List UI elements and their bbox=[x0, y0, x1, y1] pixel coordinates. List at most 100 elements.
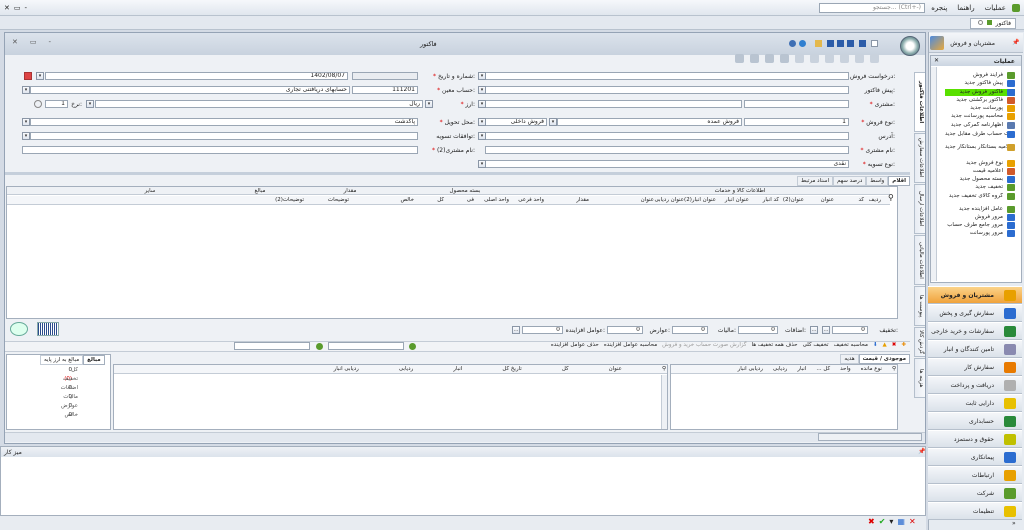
add-factors-dd[interactable]: … bbox=[512, 326, 520, 334]
vtab-invoice-info[interactable]: اطلاعات فاکتور bbox=[914, 72, 925, 132]
tab-stock-price[interactable]: موجودی / قیمت bbox=[858, 354, 910, 364]
discount-dd[interactable]: … bbox=[822, 326, 830, 334]
rate-refresh-icon[interactable] bbox=[34, 100, 42, 108]
search-icon[interactable]: ⚲ bbox=[892, 366, 896, 372]
settlement-dropdown[interactable]: ▾ bbox=[22, 132, 30, 140]
menu-window[interactable]: پنجره bbox=[931, 4, 947, 12]
grid-header-2[interactable]: عنوان bbox=[800, 197, 834, 203]
save-close-icon[interactable] bbox=[837, 40, 844, 47]
calc-add-factors-button[interactable]: محاسبه عوامل افزاینده bbox=[604, 342, 657, 348]
tab-intermediary[interactable]: واسط bbox=[866, 176, 889, 186]
tab-items[interactable]: اقلام bbox=[888, 176, 910, 186]
tab-amounts[interactable]: مبالغ bbox=[83, 355, 105, 365]
sale-domestic-field[interactable]: فروش داخلی bbox=[485, 118, 547, 126]
grid-header-11[interactable]: واحد اصلی bbox=[475, 197, 509, 203]
add-row-icon[interactable]: ✚ bbox=[901, 342, 906, 348]
ops-item[interactable]: اعلامیه قیمت bbox=[945, 168, 1015, 175]
close-icon[interactable]: ✕ bbox=[4, 4, 14, 12]
action-field-1[interactable] bbox=[234, 342, 310, 350]
grid-header-9[interactable]: مقدار bbox=[555, 197, 589, 203]
grid-header-5[interactable]: عنوان انبار bbox=[715, 197, 749, 203]
list-icon[interactable] bbox=[735, 54, 744, 63]
customer-dropdown[interactable]: ▾ bbox=[478, 100, 486, 108]
sidebar-pin-icon[interactable]: 📌 bbox=[1012, 39, 1019, 46]
zoom-icon[interactable] bbox=[10, 322, 28, 336]
minimize-window-icon[interactable]: ‐ bbox=[49, 38, 64, 46]
last-icon[interactable] bbox=[840, 54, 849, 63]
close-worktable-icon[interactable]: ✕ bbox=[909, 517, 916, 526]
barcode-icon[interactable] bbox=[37, 322, 59, 336]
nav-item[interactable]: مشتریان و فروش bbox=[928, 286, 1022, 304]
restore-icon[interactable]: ▭ bbox=[14, 4, 25, 12]
splitter[interactable] bbox=[5, 172, 910, 175]
nav-item[interactable]: تنظیمات bbox=[928, 502, 1022, 520]
ops-item[interactable]: محاسبه پورسانت جدید bbox=[945, 113, 1015, 120]
account-name-field[interactable]: حسابهای دریافتنی تجاری bbox=[30, 86, 350, 94]
tab-invoice[interactable]: فاکتور bbox=[970, 18, 1016, 29]
vtab-attachments[interactable]: پیوست ها bbox=[914, 286, 925, 326]
restore-window-icon[interactable]: ▭ bbox=[30, 38, 49, 46]
nav-item[interactable]: سفارشات و خرید خارجی bbox=[928, 322, 1022, 340]
pin-icon[interactable]: 📌 bbox=[918, 448, 925, 455]
grid-header-13[interactable]: کل bbox=[410, 197, 444, 203]
currency-name-dropdown[interactable]: ▾ bbox=[86, 100, 94, 108]
refresh-icon[interactable] bbox=[316, 343, 323, 350]
settings-icon[interactable] bbox=[789, 40, 796, 47]
ops-item[interactable]: تخفیف جدید bbox=[945, 184, 1015, 191]
sidebar-expand-icon[interactable]: » bbox=[1012, 520, 1016, 527]
account-dropdown[interactable]: ▾ bbox=[22, 86, 30, 94]
invoice-pre-dropdown[interactable]: ▾ bbox=[478, 86, 486, 94]
customer-name-field[interactable] bbox=[485, 100, 742, 108]
invoice-pre-field[interactable] bbox=[485, 86, 849, 94]
ops-item[interactable]: مرور پورسانت bbox=[945, 230, 1015, 237]
ops-item[interactable]: مرور جامع طرف حساب bbox=[945, 222, 1015, 229]
currency-field[interactable]: ریال bbox=[95, 100, 423, 108]
request-field[interactable] bbox=[485, 72, 849, 80]
grid-header-14[interactable]: خالص bbox=[380, 197, 415, 203]
save-icon[interactable] bbox=[827, 40, 834, 47]
sale-domestic-dropdown[interactable]: ▾ bbox=[478, 118, 486, 126]
items-grid[interactable] bbox=[6, 186, 898, 319]
clear-date-icon[interactable] bbox=[24, 72, 32, 80]
up-icon[interactable]: ▲ bbox=[883, 342, 887, 348]
vtab-tax-info[interactable]: اطلاعات مالیاتی bbox=[914, 235, 925, 285]
remove-add-factors-button[interactable]: حذف عوامل افزاینده bbox=[551, 342, 599, 348]
refresh-icon-2[interactable] bbox=[409, 343, 416, 350]
customer-name-input[interactable] bbox=[485, 146, 849, 154]
approve-icon[interactable]: ✔ bbox=[879, 517, 886, 526]
address-dropdown[interactable]: ▾ bbox=[478, 132, 486, 140]
action-field-2[interactable] bbox=[328, 342, 404, 350]
ops-item[interactable]: مرور فروش bbox=[945, 214, 1015, 221]
add-factors-field[interactable]: 0 bbox=[522, 326, 563, 334]
first-icon[interactable] bbox=[795, 54, 804, 63]
menu-operations[interactable]: عملیات bbox=[985, 4, 1006, 12]
tab-related-docs[interactable]: اسناد مرتبط bbox=[797, 176, 834, 186]
vtab-order-info[interactable]: اطلاعات سفارش bbox=[914, 133, 925, 183]
customer-name2-input[interactable] bbox=[22, 146, 418, 154]
tax-field[interactable]: 0 bbox=[672, 326, 708, 334]
total-discount-button[interactable]: تخفیف کلی bbox=[803, 342, 829, 348]
nav-item[interactable]: پیمانکاری bbox=[928, 448, 1022, 466]
nav-item[interactable]: تامین کنندگان و انبار bbox=[928, 340, 1022, 358]
address-field[interactable] bbox=[485, 132, 849, 140]
sale-type-code-field[interactable]: 1 bbox=[744, 118, 849, 126]
sale-type-name-field[interactable]: فروش عمده bbox=[557, 118, 742, 126]
discount-field[interactable]: 0 bbox=[832, 326, 868, 334]
grid-header-7[interactable]: عنوان ردیابی bbox=[650, 197, 684, 203]
ops-item[interactable]: فاکتور فروش جدید bbox=[945, 89, 1015, 96]
vtab-shipping-info[interactable]: اطلاعات ارسال bbox=[914, 184, 925, 234]
ops-item[interactable]: پورسانت جدید bbox=[945, 105, 1015, 112]
search-input[interactable]: جستجو... (Ctrl+-) bbox=[819, 3, 925, 13]
prev-icon[interactable] bbox=[810, 54, 819, 63]
currency-dropdown[interactable]: ▾ bbox=[425, 100, 433, 108]
date-picker[interactable]: ▾ bbox=[36, 72, 44, 80]
request-dropdown[interactable]: ▾ bbox=[478, 72, 486, 80]
open-icon[interactable] bbox=[815, 40, 822, 47]
ops-item[interactable]: عامل افزاینده جدید bbox=[945, 206, 1015, 213]
ops-item[interactable]: نوع فروش جدید bbox=[945, 160, 1015, 167]
minimize-icon[interactable]: ‐ bbox=[25, 4, 32, 12]
duties-field[interactable]: 0 bbox=[607, 326, 643, 334]
nav-item[interactable]: حسابداری bbox=[928, 412, 1022, 430]
menu-help[interactable]: راهنما bbox=[957, 4, 974, 12]
settle-type-dropdown[interactable]: ▾ bbox=[478, 160, 486, 168]
